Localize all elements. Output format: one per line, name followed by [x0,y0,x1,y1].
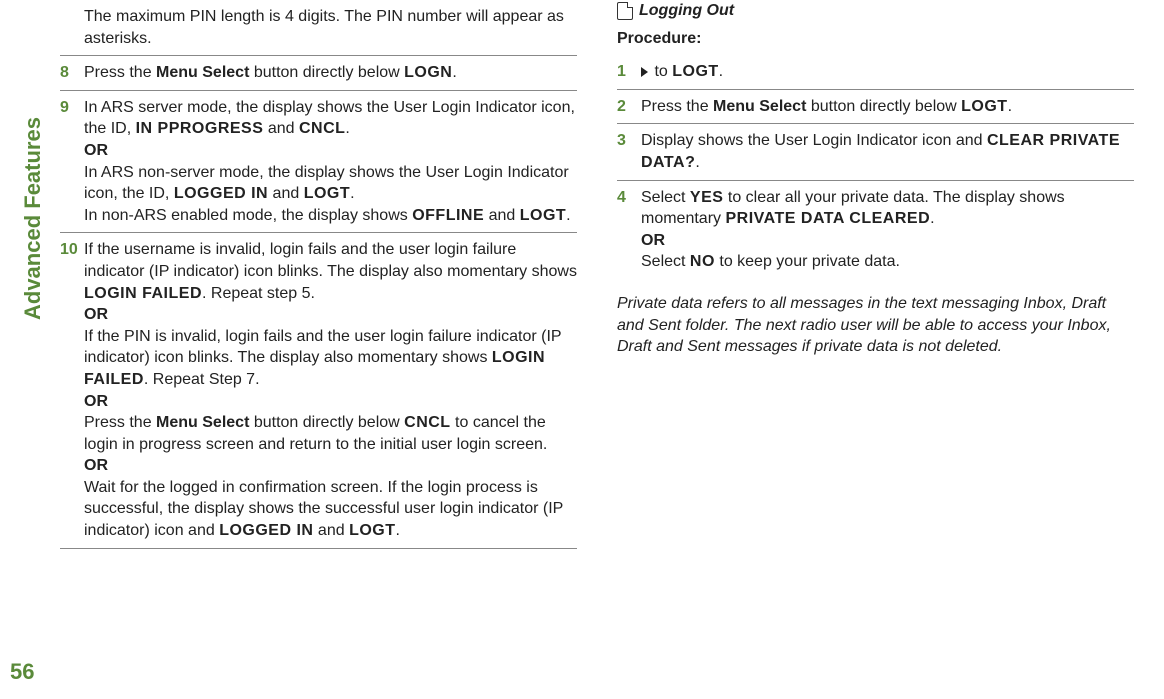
t: Press the [84,414,156,431]
r-step-4-num: 4 [617,187,641,209]
menu-select-label: Menu Select [713,98,806,115]
t: button directly below [806,98,961,115]
t: Display shows the User Login Indicator i… [641,132,987,149]
private-cleared-code: PRIVATE DATA CLEARED [725,210,930,227]
r-step-2: 2 Press the Menu Select button directly … [617,89,1134,124]
step-10: 10 If the username is invalid, login fai… [60,232,577,548]
t: . [930,210,934,227]
private-data-note: Private data refers to all messages in t… [617,293,1134,358]
loggedin-code: LOGGED IN [219,522,313,539]
right-column: Logging Out Procedure: 1 to LOGT. 2 Pres… [617,0,1134,549]
t: Select [641,253,690,270]
logt-code: LOGT [304,185,350,202]
logn-code: LOGN [404,64,452,81]
offline-code: OFFLINE [412,207,484,224]
no-code: NO [690,253,715,270]
cncl-code: CNCL [404,414,450,431]
t: and [268,185,304,202]
cncl-code: CNCL [299,120,345,137]
t: to [650,63,672,80]
r-step-1: 1 to LOGT. [617,55,1134,89]
t: . [719,63,723,80]
loggedin-code: LOGGED IN [174,185,268,202]
logt-code: LOGT [961,98,1007,115]
t: to keep your private data. [715,253,900,270]
logt-code: LOGT [672,63,718,80]
side-label: Advanced Features [18,117,48,320]
step-8-body: Press the Menu Select button directly be… [84,62,577,84]
step-8-num: 8 [60,62,84,84]
t: and [313,522,349,539]
step-10-num: 10 [60,239,84,261]
t: Press the [641,98,713,115]
logt-code: LOGT [349,522,395,539]
r-step-3-num: 3 [617,130,641,152]
t: . [396,522,400,539]
logt-code: LOGT [520,207,566,224]
r-step-4: 4 Select YES to clear all your private d… [617,180,1134,279]
t: If the PIN is invalid, login fails and t… [84,328,561,367]
t: . Repeat Step 7. [144,371,260,388]
r-step-2-body: Press the Menu Select button directly be… [641,96,1134,118]
inprogress-code: IN PPROGRESS [136,120,264,137]
or-label: OR [84,393,108,410]
heading-text: Logging Out [639,0,734,22]
menu-select-label: Menu Select [156,414,249,431]
or-label: OR [84,306,108,323]
r-step-3: 3 Display shows the User Login Indicator… [617,123,1134,179]
t: Select [641,189,690,206]
step-10-body: If the username is invalid, login fails … [84,239,577,541]
t: . Repeat step 5. [202,285,315,302]
page-number: 56 [10,657,34,687]
r-step-2-num: 2 [617,96,641,118]
r-step-3-body: Display shows the User Login Indicator i… [641,130,1134,173]
t: Press the [84,64,156,81]
right-arrow-icon [641,67,648,77]
t: . [350,185,354,202]
procedure-label: Procedure: [617,28,1134,50]
step-9-body: In ARS server mode, the display shows th… [84,97,577,227]
or-label: OR [84,457,108,474]
t: In non-ARS enabled mode, the display sho… [84,207,412,224]
intro-text: The maximum PIN length is 4 digits. The … [84,6,577,49]
yes-code: YES [690,189,724,206]
t: . [1008,98,1012,115]
step-intro: The maximum PIN length is 4 digits. The … [60,0,577,55]
loginfailed-code: LOGIN FAILED [84,285,202,302]
t: . [566,207,570,224]
t: If the username is invalid, login fails … [84,241,577,280]
r-step-1-body: to LOGT. [641,61,1134,83]
r-step-1-num: 1 [617,61,641,83]
or-label: OR [84,142,108,159]
t: . [695,154,699,171]
r-step-4-body: Select YES to clear all your private dat… [641,187,1134,273]
t: and [484,207,520,224]
step-8: 8 Press the Menu Select button directly … [60,55,577,90]
step-9-num: 9 [60,97,84,119]
left-column: The maximum PIN length is 4 digits. The … [60,0,577,549]
t: . [452,64,456,81]
section-heading: Logging Out [617,0,1134,22]
t: button directly below [249,64,404,81]
menu-select-label: Menu Select [156,64,249,81]
step-9: 9 In ARS server mode, the display shows … [60,90,577,233]
note-icon [617,2,633,20]
or-label: OR [641,232,665,249]
t: button directly below [249,414,404,431]
t: and [263,120,299,137]
page-body: The maximum PIN length is 4 digits. The … [0,0,1164,549]
t: . [345,120,349,137]
